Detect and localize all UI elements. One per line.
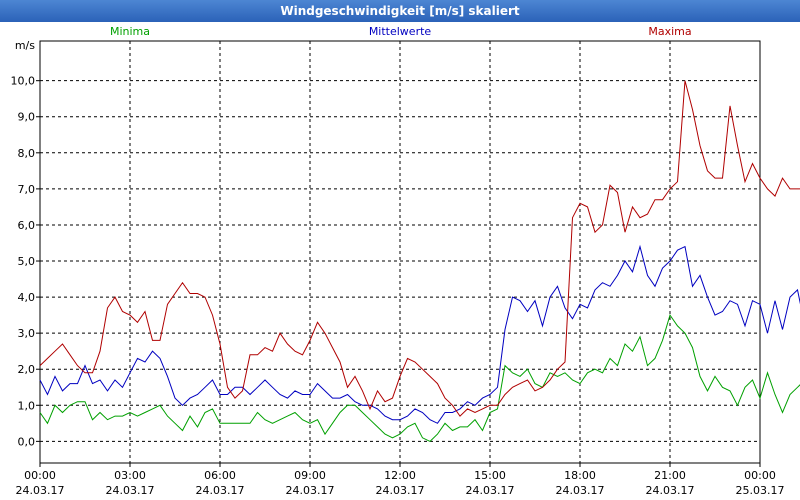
- x-tick-time: 21:00: [654, 469, 686, 482]
- x-tick-date: 24.03.17: [286, 484, 335, 497]
- y-tick-label: 3,0: [18, 327, 36, 340]
- y-tick-label: 4,0: [18, 291, 36, 304]
- y-axis-label: m/s: [15, 39, 35, 52]
- line-chart: 0,0 1,0 2,0 3,0 4,0 5,0 6,0 7,0 8,0 9,0 10,0 m/s 00:…: [11, 25, 800, 497]
- x-tick-date: 24.03.17: [376, 484, 425, 497]
- y-tick-label: 6,0: [18, 219, 36, 232]
- y-tick-label: 5,0: [18, 255, 36, 268]
- y-tick-label: 2,0: [18, 363, 36, 376]
- y-tick-label: 7,0: [18, 183, 36, 196]
- x-tick-date: 24.03.17: [16, 484, 65, 497]
- x-tick-time: 00:00: [744, 469, 776, 482]
- x-tick-time: 06:00: [204, 469, 236, 482]
- x-tick-time: 18:00: [564, 469, 596, 482]
- x-tick-time: 15:00: [474, 469, 506, 482]
- y-tick-label: 0,0: [18, 435, 36, 448]
- x-tick-date: 24.03.17: [106, 484, 155, 497]
- x-tick-time: 09:00: [294, 469, 326, 482]
- y-tick-label: 8,0: [18, 147, 36, 160]
- x-tick-time: 12:00: [384, 469, 416, 482]
- y-tick-label: 9,0: [18, 111, 36, 124]
- chart-window: Windgeschwindigkeit [m/s] skaliert 0,0 1,…: [0, 0, 800, 500]
- x-tick-date: 24.03.17: [646, 484, 695, 497]
- x-tick-time: 03:00: [114, 469, 146, 482]
- x-tick-date: 24.03.17: [196, 484, 245, 497]
- y-tick-label: 1,0: [18, 399, 36, 412]
- x-tick-date: 25.03.17: [736, 484, 785, 497]
- legend-entry: Maxima: [648, 25, 691, 38]
- x-tick-date: 24.03.17: [466, 484, 515, 497]
- x-tick-date: 24.03.17: [556, 484, 605, 497]
- x-tick-time: 00:00: [24, 469, 56, 482]
- y-tick-label: 10,0: [11, 75, 36, 88]
- legend-entry: Mittelwerte: [369, 25, 432, 38]
- legend-entry: Minima: [110, 25, 150, 38]
